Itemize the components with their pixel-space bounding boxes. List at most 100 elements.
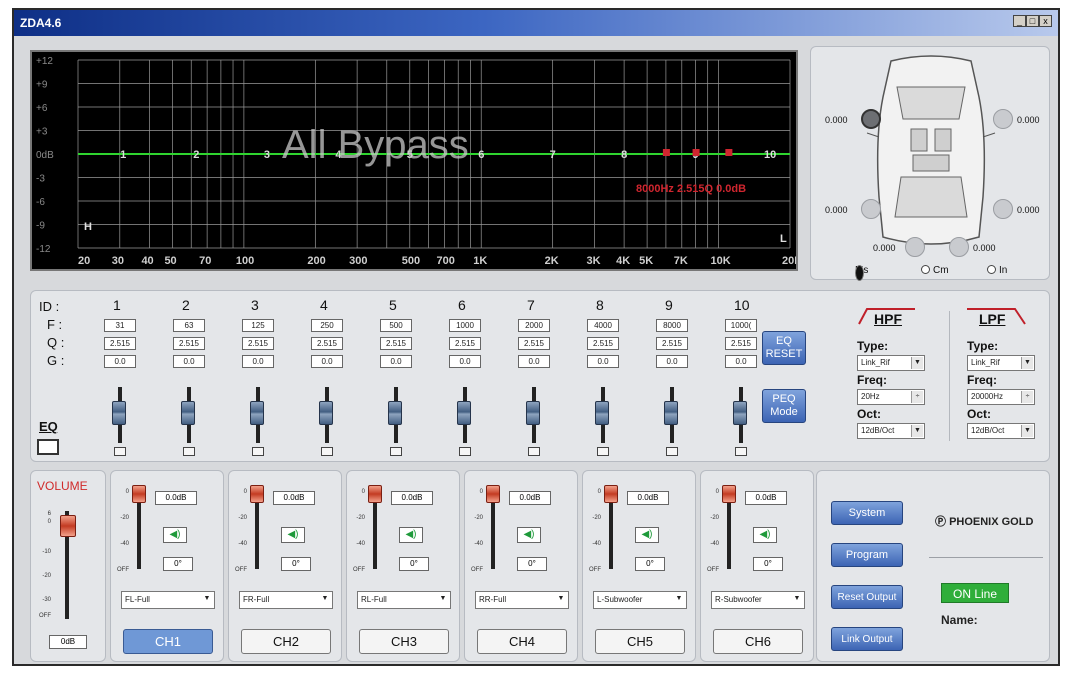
band-q-input[interactable]: 2.515 [587, 337, 619, 350]
band-bypass-checkbox[interactable] [321, 447, 333, 456]
band-bypass-checkbox[interactable] [114, 447, 126, 456]
band-fader-knob[interactable] [388, 401, 402, 425]
band-gain-input[interactable]: 0.0 [656, 355, 688, 368]
band-freq-input[interactable]: 125 [242, 319, 274, 332]
channel-mute-button[interactable]: ◀) [163, 527, 187, 543]
band-marker[interactable]: 1 [120, 149, 126, 161]
channel-fader-knob[interactable] [368, 485, 382, 503]
channel-phase-value[interactable]: 0° [753, 557, 783, 571]
band-marker[interactable]: 7 [550, 149, 556, 161]
eq-response-graph[interactable]: +12 +9 +6 +3 0dB -3 -6 -9 -12 20 30 40 50 70 100 200 300… [30, 50, 798, 271]
lpf-freq-spinner[interactable]: 20000Hz ÷ [967, 389, 1035, 405]
channel-assign-select[interactable]: RR-Full ▼ [475, 591, 569, 609]
band-fader-knob[interactable] [457, 401, 471, 425]
volume-fader-knob[interactable] [60, 515, 76, 537]
band-fader-knob[interactable] [250, 401, 264, 425]
band-freq-input[interactable]: 250 [311, 319, 343, 332]
channel-select-button[interactable]: CH3 [359, 629, 449, 654]
band-gain-input[interactable]: 0.0 [311, 355, 343, 368]
channel-fader-knob[interactable] [250, 485, 264, 503]
channel-assign-select[interactable]: FR-Full ▼ [239, 591, 333, 609]
band-fader-knob[interactable] [319, 401, 333, 425]
band-gain-input[interactable]: 0.0 [104, 355, 136, 368]
band-fader-knob[interactable] [664, 401, 678, 425]
front-right-speaker-icon[interactable] [993, 109, 1013, 129]
band-bypass-checkbox[interactable] [666, 447, 678, 456]
hpf-type-select[interactable]: Link_Rif ▼ [857, 355, 925, 371]
sub-left-speaker-icon[interactable] [905, 237, 925, 257]
channel-fader-knob[interactable] [722, 485, 736, 503]
band-handle[interactable] [692, 149, 700, 156]
unit-ms-radio[interactable]: Ms [855, 265, 868, 281]
eq-reset-button[interactable]: EQ RESET [762, 331, 806, 365]
reset-output-button[interactable]: Reset Output [831, 585, 903, 609]
band-q-input[interactable]: 2.515 [725, 337, 757, 350]
channel-phase-value[interactable]: 0° [399, 557, 429, 571]
channel-phase-value[interactable]: 0° [163, 557, 193, 571]
band-bypass-checkbox[interactable] [183, 447, 195, 456]
band-gain-input[interactable]: 0.0 [380, 355, 412, 368]
band-freq-input[interactable]: 2000 [518, 319, 550, 332]
lpf-oct-select[interactable]: 12dB/Oct ▼ [967, 423, 1035, 439]
channel-fader-knob[interactable] [132, 485, 146, 503]
band-freq-input[interactable]: 1000( [725, 319, 757, 332]
band-fader-knob[interactable] [112, 401, 126, 425]
band-q-input[interactable]: 2.515 [104, 337, 136, 350]
channel-assign-select[interactable]: R-Subwoofer ▼ [711, 591, 805, 609]
rear-right-speaker-icon[interactable] [993, 199, 1013, 219]
band-bypass-checkbox[interactable] [597, 447, 609, 456]
band-q-input[interactable]: 2.515 [173, 337, 205, 350]
unit-cm-radio[interactable]: Cm [921, 265, 949, 276]
channel-fader-knob[interactable] [486, 485, 500, 503]
band-gain-input[interactable]: 0.0 [242, 355, 274, 368]
peq-mode-button[interactable]: PEQ Mode [762, 389, 806, 423]
band-fader-knob[interactable] [595, 401, 609, 425]
hpf-freq-spinner[interactable]: 20Hz ÷ [857, 389, 925, 405]
band-fader-knob[interactable] [733, 401, 747, 425]
channel-select-button[interactable]: CH5 [595, 629, 685, 654]
band-fader-knob[interactable] [181, 401, 195, 425]
band-q-input[interactable]: 2.515 [242, 337, 274, 350]
channel-assign-select[interactable]: RL-Full ▼ [357, 591, 451, 609]
band-gain-input[interactable]: 0.0 [587, 355, 619, 368]
channel-select-button[interactable]: CH4 [477, 629, 567, 654]
front-left-speaker-icon[interactable] [861, 109, 881, 129]
lpf-type-select[interactable]: Link_Rif ▼ [967, 355, 1035, 371]
band-freq-input[interactable]: 31 [104, 319, 136, 332]
channel-select-button[interactable]: CH1 [123, 629, 213, 654]
band-q-input[interactable]: 2.515 [380, 337, 412, 350]
channel-phase-value[interactable]: 0° [281, 557, 311, 571]
band-freq-input[interactable]: 63 [173, 319, 205, 332]
band-freq-input[interactable]: 4000 [587, 319, 619, 332]
band-marker[interactable]: 6 [478, 149, 484, 161]
unit-in-radio[interactable]: In [987, 265, 1007, 276]
band-q-input[interactable]: 2.515 [656, 337, 688, 350]
close-button[interactable]: x [1039, 15, 1052, 27]
band-bypass-checkbox[interactable] [735, 447, 747, 456]
channel-assign-select[interactable]: L-Subwoofer ▼ [593, 591, 687, 609]
band-marker[interactable]: 2 [193, 149, 199, 161]
sub-right-speaker-icon[interactable] [949, 237, 969, 257]
band-handle[interactable] [725, 149, 733, 156]
system-button[interactable]: System [831, 501, 903, 525]
band-marker[interactable]: 10 [764, 149, 776, 161]
channel-select-button[interactable]: CH2 [241, 629, 331, 654]
band-q-input[interactable]: 2.515 [518, 337, 550, 350]
eq-enable-checkbox[interactable] [37, 439, 59, 455]
band-freq-input[interactable]: 8000 [656, 319, 688, 332]
band-bypass-checkbox[interactable] [390, 447, 402, 456]
band-bypass-checkbox[interactable] [252, 447, 264, 456]
band-handle[interactable] [662, 149, 670, 156]
band-freq-input[interactable]: 1000 [449, 319, 481, 332]
program-button[interactable]: Program [831, 543, 903, 567]
band-marker[interactable]: 3 [264, 149, 270, 161]
channel-mute-button[interactable]: ◀) [281, 527, 305, 543]
band-q-input[interactable]: 2.515 [449, 337, 481, 350]
maximize-button[interactable]: □ [1026, 15, 1039, 27]
channel-phase-value[interactable]: 0° [635, 557, 665, 571]
channel-select-button[interactable]: CH6 [713, 629, 803, 654]
channel-mute-button[interactable]: ◀) [635, 527, 659, 543]
band-fader-knob[interactable] [526, 401, 540, 425]
link-output-button[interactable]: Link Output [831, 627, 903, 651]
band-marker[interactable]: 8 [621, 149, 627, 161]
